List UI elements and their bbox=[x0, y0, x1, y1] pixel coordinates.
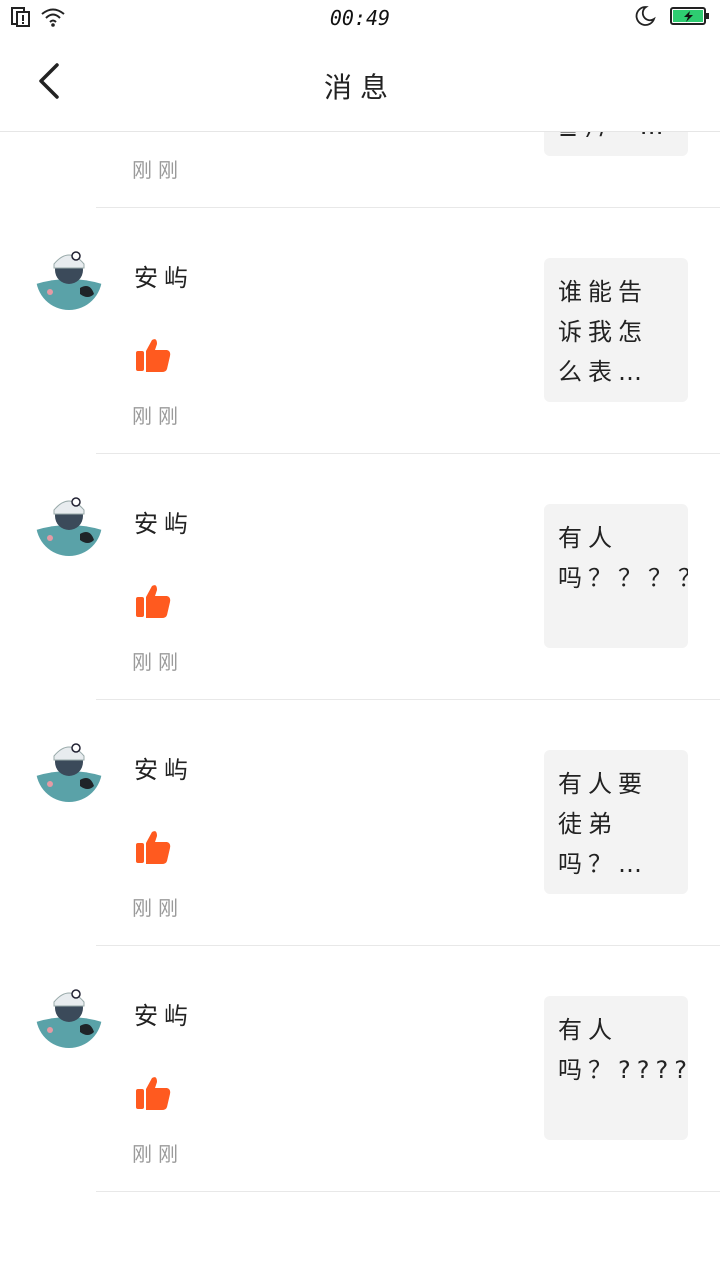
timestamp: 刚刚 bbox=[132, 158, 184, 182]
list-item[interactable]: 安屿 刚刚 加好友~\(≧▽≦)/~… bbox=[0, 132, 720, 208]
timestamp: 刚刚 bbox=[132, 1142, 184, 1166]
thumbs-up-icon bbox=[134, 828, 172, 866]
page-title: 消息 bbox=[323, 71, 396, 104]
thumbs-up-icon bbox=[134, 1074, 172, 1112]
list-item[interactable]: 安屿 刚刚 有人要徒弟吗？… bbox=[0, 700, 720, 946]
avatar[interactable] bbox=[36, 244, 102, 310]
avatar[interactable] bbox=[36, 490, 102, 556]
list-item[interactable]: 安屿 刚刚 谁能告诉我怎么表… bbox=[0, 208, 720, 454]
timestamp: 刚刚 bbox=[132, 896, 184, 920]
username[interactable]: 安屿 bbox=[134, 996, 194, 1031]
message-list[interactable]: 安屿 刚刚 加好友~\(≧▽≦)/~… 安屿 bbox=[0, 132, 720, 1280]
timestamp: 刚刚 bbox=[132, 650, 184, 674]
battery-charging-icon bbox=[670, 5, 710, 31]
timestamp: 刚刚 bbox=[132, 404, 184, 428]
username[interactable]: 安屿 bbox=[134, 750, 194, 785]
thumbs-up-icon bbox=[134, 336, 172, 374]
moon-icon bbox=[634, 5, 656, 31]
status-right-icons bbox=[634, 5, 710, 31]
avatar[interactable] bbox=[36, 736, 102, 802]
username[interactable]: 安屿 bbox=[134, 258, 194, 293]
status-time: 00:49 bbox=[329, 6, 391, 30]
message-preview[interactable]: 谁能告诉我怎么表… bbox=[544, 258, 688, 402]
divider bbox=[96, 1191, 720, 1192]
message-preview[interactable]: 有人吗？？？？… bbox=[544, 504, 688, 648]
message-preview[interactable]: 有人吗？?????? bbox=[544, 996, 688, 1140]
page-header: 消息 bbox=[0, 36, 720, 132]
message-preview[interactable]: 加好友~\(≧▽≦)/~… bbox=[544, 132, 688, 156]
list-item[interactable]: 安屿 刚刚 有人吗？?????? bbox=[0, 946, 720, 1192]
status-bar: 00:49 bbox=[0, 0, 720, 36]
list-item[interactable]: 安屿 刚刚 有人吗？？？？… bbox=[0, 454, 720, 700]
avatar[interactable] bbox=[36, 982, 102, 1048]
message-preview[interactable]: 有人要徒弟吗？… bbox=[544, 750, 688, 894]
username[interactable]: 安屿 bbox=[134, 504, 194, 539]
thumbs-up-icon bbox=[134, 582, 172, 620]
